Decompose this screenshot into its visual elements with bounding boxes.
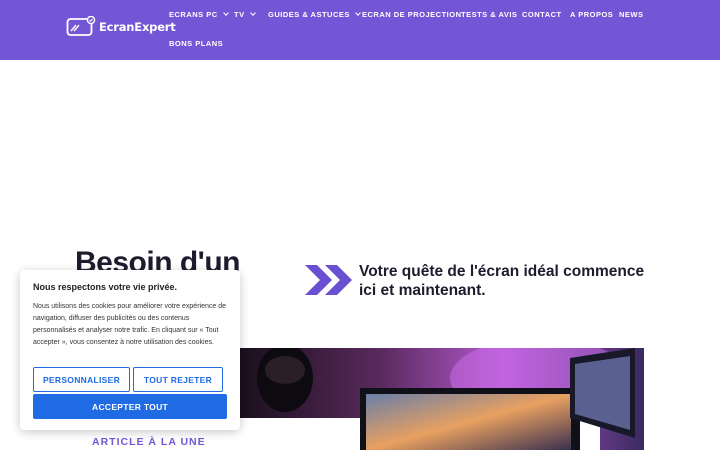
- logo-text: EcranExpert: [99, 20, 176, 34]
- monitor-icon: [66, 16, 96, 36]
- chevron-down-icon: [355, 10, 361, 16]
- gaming-setup-image: [240, 348, 644, 450]
- nav-item-bons-plans[interactable]: BONS PLANS: [169, 39, 223, 48]
- nav-label: GUIDES & ASTUCES: [268, 10, 350, 19]
- nav-label: ECRANS PC: [169, 10, 218, 19]
- nav-item-tv[interactable]: TV: [234, 10, 256, 19]
- chevron-down-icon: [222, 10, 229, 16]
- featured-article-label: ARTICLE À LA UNE: [92, 436, 206, 448]
- nav-item-a-propos[interactable]: A PROPOS: [570, 10, 613, 19]
- cookie-title: Nous respectons votre vie privée.: [33, 282, 178, 292]
- chevron-down-icon: [249, 10, 256, 16]
- cookie-description: Nous utilisons des cookies pour améliore…: [33, 303, 226, 346]
- nav-item-tests-avis[interactable]: TESTS & AVIS: [461, 10, 517, 19]
- featured-image[interactable]: [240, 348, 644, 450]
- double-chevron-icon: [305, 265, 352, 295]
- customize-button[interactable]: PERSONNALISER: [33, 367, 130, 392]
- nav-item-news[interactable]: NEWS: [619, 10, 644, 19]
- nav-item-ecran-projection[interactable]: ECRAN DE PROJECTION: [362, 10, 462, 19]
- site-header: EcranExpert ECRANS PC TV GUIDES & ASTUCE…: [0, 0, 720, 60]
- nav-item-guides[interactable]: GUIDES & ASTUCES: [268, 10, 361, 19]
- nav-item-contact[interactable]: CONTACT: [522, 10, 562, 19]
- site-logo[interactable]: EcranExpert: [66, 16, 176, 38]
- reject-all-button[interactable]: TOUT REJETER: [133, 367, 223, 392]
- accept-all-button[interactable]: ACCEPTER TOUT: [33, 394, 227, 419]
- nav-label: TV: [234, 10, 245, 19]
- cookie-consent-banner: Nous respectons votre vie privée. Nous u…: [20, 270, 240, 430]
- hero-tagline: Votre quête de l'écran idéal commence ic…: [359, 263, 645, 299]
- nav-item-ecrans-pc[interactable]: ECRANS PC: [169, 10, 229, 19]
